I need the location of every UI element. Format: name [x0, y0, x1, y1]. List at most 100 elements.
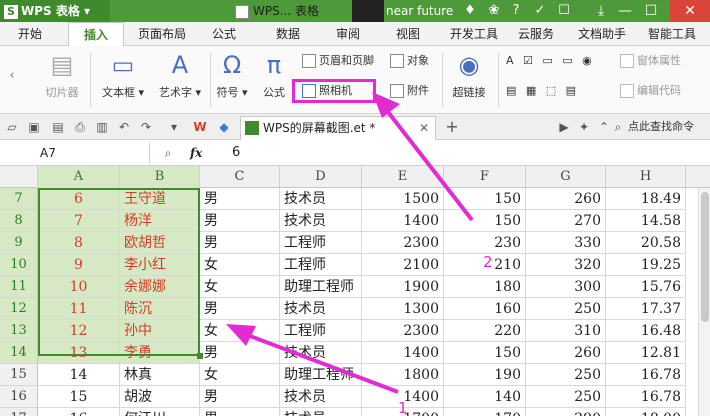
- screen-icon[interactable]: ▶: [556, 119, 572, 135]
- skin-toggle-icon[interactable]: ✦: [576, 119, 592, 135]
- cell-b[interactable]: 何江川: [120, 408, 200, 416]
- print-icon[interactable]: ⎙: [72, 119, 88, 135]
- cell-a[interactable]: 14: [38, 364, 120, 386]
- cell-f[interactable]: 170: [444, 408, 526, 416]
- form-controls-row2[interactable]: ▤ ▦ ⬚ ▤: [506, 82, 579, 100]
- cube-icon[interactable]: ◆: [216, 119, 232, 135]
- col-header-h[interactable]: H: [606, 166, 686, 188]
- row-header[interactable]: 10: [0, 254, 38, 276]
- cell-g[interactable]: 330: [526, 232, 606, 254]
- cell-b[interactable]: 欧胡哲: [120, 232, 200, 254]
- row-header[interactable]: 17: [0, 408, 38, 416]
- object-button[interactable]: 对象: [390, 52, 429, 70]
- tab-view[interactable]: 视图: [388, 22, 428, 46]
- cell-a[interactable]: 16: [38, 408, 120, 416]
- col-header-f[interactable]: F: [444, 166, 526, 188]
- cell-f[interactable]: 230: [444, 232, 526, 254]
- dropdown-icon[interactable]: ▾: [166, 119, 182, 135]
- tab-data[interactable]: 数据: [268, 22, 308, 46]
- wordart-button[interactable]: A 艺术字 ▾: [154, 50, 206, 100]
- feedback-icon[interactable]: ?: [508, 3, 524, 19]
- cell-b[interactable]: 余娜娜: [120, 276, 200, 298]
- cell-b[interactable]: 胡波: [120, 386, 200, 408]
- fill-handle[interactable]: [197, 353, 203, 359]
- textbox-button[interactable]: ▭ 文本框 ▾: [98, 50, 148, 100]
- redo-icon[interactable]: ↷: [138, 119, 154, 135]
- row-header[interactable]: 11: [0, 276, 38, 298]
- cell-f[interactable]: 150: [444, 210, 526, 232]
- cell-h[interactable]: 18.00: [606, 408, 686, 416]
- cell-d[interactable]: 工程师: [280, 232, 362, 254]
- col-header-e[interactable]: E: [362, 166, 444, 188]
- cell-h[interactable]: 12.81: [606, 342, 686, 364]
- tab-insert[interactable]: 插入: [68, 22, 124, 46]
- restore-icon[interactable]: ⤓: [590, 0, 612, 22]
- wps-w-icon[interactable]: W: [192, 119, 208, 135]
- cell-e[interactable]: 1400: [362, 342, 444, 364]
- row-header[interactable]: 12: [0, 298, 38, 320]
- cell-h[interactable]: 19.25: [606, 254, 686, 276]
- cell-h[interactable]: 18.49: [606, 188, 686, 210]
- cell-f[interactable]: 150: [444, 342, 526, 364]
- form-properties-button[interactable]: 窗体属性: [620, 52, 681, 70]
- cell-c[interactable]: 男: [200, 232, 280, 254]
- cell-c[interactable]: 男: [200, 386, 280, 408]
- cell-c[interactable]: 女: [200, 364, 280, 386]
- cell-c[interactable]: 男: [200, 342, 280, 364]
- close-tab-icon[interactable]: ✕: [419, 117, 429, 139]
- slicer-button[interactable]: ▤ 切片器: [40, 50, 84, 100]
- cell-b[interactable]: 孙中: [120, 320, 200, 342]
- cell-c[interactable]: 女: [200, 276, 280, 298]
- cell-f[interactable]: 150: [444, 188, 526, 210]
- cell-c[interactable]: 男: [200, 188, 280, 210]
- cell-h[interactable]: 16.78: [606, 364, 686, 386]
- name-box[interactable]: A7: [0, 142, 150, 164]
- cell-d[interactable]: 工程师: [280, 320, 362, 342]
- tab-document[interactable]: WPS的屏幕截图.et * ✕: [240, 116, 436, 140]
- cell-h[interactable]: 16.48: [606, 320, 686, 342]
- hyperlink-button[interactable]: ◉ 超链接: [448, 50, 490, 100]
- cell-a[interactable]: 7: [38, 210, 120, 232]
- row-header[interactable]: 15: [0, 364, 38, 386]
- cell-d[interactable]: 工程师: [280, 254, 362, 276]
- formula-button[interactable]: π 公式: [256, 50, 292, 100]
- cell-d[interactable]: 技术员: [280, 210, 362, 232]
- cell-d[interactable]: 助理工程师: [280, 364, 362, 386]
- fx-icon[interactable]: fx: [190, 142, 202, 164]
- form-controls-row1[interactable]: A ☑ ▭ ▭ ◉: [506, 52, 595, 70]
- cell-g[interactable]: 250: [526, 364, 606, 386]
- cell-c[interactable]: 女: [200, 320, 280, 342]
- row-header[interactable]: 14: [0, 342, 38, 364]
- cell-b[interactable]: 王守道: [120, 188, 200, 210]
- cell-g[interactable]: 320: [526, 254, 606, 276]
- print-preview-icon[interactable]: ▥: [94, 119, 110, 135]
- symbol-button[interactable]: Ω 符号 ▾: [214, 50, 250, 100]
- tab-formulas[interactable]: 公式: [204, 22, 244, 46]
- scroll-thumb[interactable]: [701, 192, 709, 322]
- cell-a[interactable]: 13: [38, 342, 120, 364]
- cell-g[interactable]: 270: [526, 210, 606, 232]
- cell-g[interactable]: 250: [526, 386, 606, 408]
- new-tab-icon[interactable]: +: [444, 119, 460, 135]
- vertical-scrollbar[interactable]: [698, 188, 710, 416]
- cell-e[interactable]: 2100: [362, 254, 444, 276]
- cell-a[interactable]: 8: [38, 232, 120, 254]
- search-icon[interactable]: ⌕: [610, 119, 626, 135]
- badge-icon[interactable]: ♦: [462, 3, 478, 19]
- zoom-icon[interactable]: ⌕: [160, 145, 176, 161]
- ribbon-scroll-left-icon[interactable]: ‹: [4, 68, 20, 84]
- tab-home[interactable]: 开始: [10, 22, 50, 46]
- avatar[interactable]: [352, 0, 384, 22]
- cell-g[interactable]: 260: [526, 188, 606, 210]
- cell-h[interactable]: 20.58: [606, 232, 686, 254]
- tab-review[interactable]: 审阅: [328, 22, 368, 46]
- cell-g[interactable]: 290: [526, 408, 606, 416]
- cell-b[interactable]: 林真: [120, 364, 200, 386]
- open-icon[interactable]: ▱: [4, 119, 20, 135]
- select-all-corner[interactable]: [0, 166, 38, 188]
- cell-b[interactable]: 李勇: [120, 342, 200, 364]
- maximize-button[interactable]: ☐: [640, 0, 662, 22]
- cell-h[interactable]: 17.37: [606, 298, 686, 320]
- row-header[interactable]: 8: [0, 210, 38, 232]
- undo-icon[interactable]: ↶: [116, 119, 132, 135]
